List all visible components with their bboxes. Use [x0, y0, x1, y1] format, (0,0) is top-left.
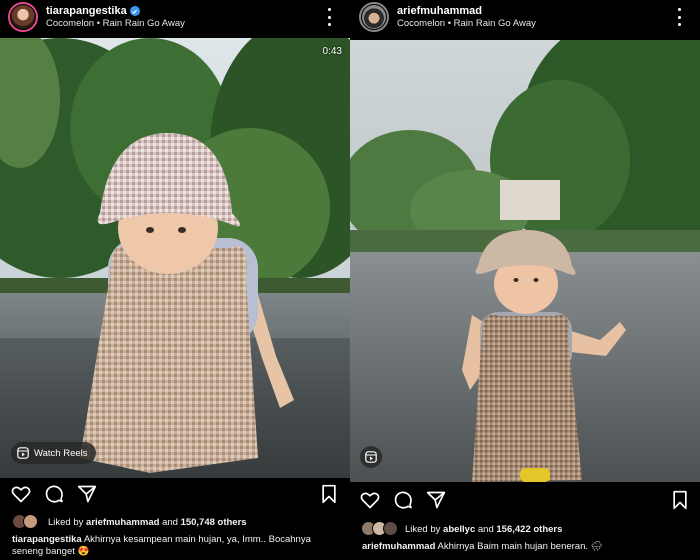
- liked-by-user[interactable]: abellyc: [443, 524, 475, 535]
- liker-avatars: [361, 521, 401, 537]
- more-icon[interactable]: [674, 8, 684, 26]
- liked-by-user[interactable]: ariefmuhammad: [86, 517, 159, 528]
- post-tiarapangestika: tiarapangestika Cocomelon • Rain Rain Go…: [0, 0, 350, 560]
- video-frame: [0, 38, 350, 478]
- watch-reels-label: Watch Reels: [34, 447, 88, 459]
- post-video[interactable]: [350, 40, 700, 482]
- liked-by-prefix: Liked by: [405, 523, 441, 535]
- liker-avatars: [12, 514, 44, 530]
- caption: ariefmuhammad Akhirnya Baim main hujan b…: [362, 541, 690, 553]
- bookmark-icon[interactable]: [319, 484, 341, 506]
- likes-count[interactable]: 156,422 others: [496, 524, 562, 535]
- reels-button[interactable]: [360, 446, 382, 468]
- comment-icon[interactable]: [393, 490, 415, 512]
- avatar[interactable]: [8, 2, 38, 32]
- video-frame: [350, 40, 700, 482]
- song-label[interactable]: Cocomelon • Rain Rain Go Away: [46, 18, 185, 29]
- verified-icon: [129, 6, 140, 17]
- heart-icon[interactable]: [360, 490, 382, 512]
- liked-by-prefix: Liked by: [48, 516, 84, 528]
- watch-reels-button[interactable]: Watch Reels: [11, 442, 96, 464]
- post-actions: [0, 484, 350, 506]
- comment-icon[interactable]: [44, 484, 66, 506]
- post-actions: [350, 490, 700, 512]
- reels-icon: [365, 451, 377, 463]
- likes-line: Liked by ariefmuhammad and 150,748 other…: [12, 514, 247, 530]
- liked-by-mid: and: [162, 516, 178, 528]
- likes-count[interactable]: 150,748 others: [181, 517, 247, 528]
- heart-icon[interactable]: [11, 484, 33, 506]
- likes-line: Liked by abellyc and 156,422 others: [361, 521, 562, 537]
- caption-username[interactable]: ariefmuhammad: [362, 541, 435, 552]
- reels-icon: [17, 447, 29, 459]
- share-icon[interactable]: [77, 484, 99, 506]
- liked-by-mid: and: [477, 523, 494, 535]
- avatar[interactable]: [359, 2, 389, 32]
- song-label[interactable]: Cocomelon • Rain Rain Go Away: [397, 18, 536, 29]
- post-video[interactable]: 0:43 Watch Reels: [0, 38, 350, 478]
- bookmark-icon[interactable]: [670, 490, 692, 512]
- caption-username[interactable]: tiarapangestika: [12, 534, 82, 545]
- caption-text: Akhirnya Baim main hujan beneran. 🌧: [435, 541, 603, 552]
- post-ariefmuhammad: ariefmuhammad Cocomelon • Rain Rain Go A…: [350, 0, 700, 560]
- caption: tiarapangestika Akhirnya kesampean main …: [12, 534, 340, 558]
- post-header: tiarapangestika Cocomelon • Rain Rain Go…: [0, 0, 350, 34]
- more-icon[interactable]: [324, 8, 334, 26]
- post-header: ariefmuhammad Cocomelon • Rain Rain Go A…: [350, 0, 700, 34]
- share-icon[interactable]: [426, 490, 448, 512]
- video-timer: 0:43: [322, 46, 342, 57]
- username[interactable]: tiarapangestika: [46, 5, 127, 18]
- username[interactable]: ariefmuhammad: [397, 5, 482, 18]
